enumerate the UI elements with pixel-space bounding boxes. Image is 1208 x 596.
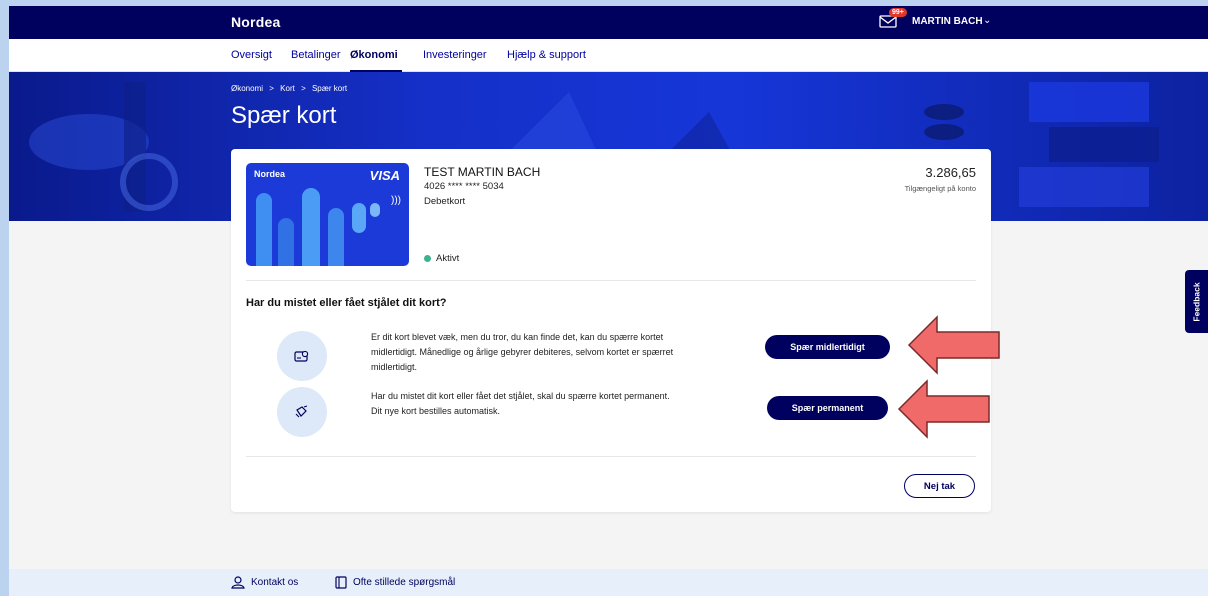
nav-item-betalinger[interactable]: Betalinger: [291, 49, 341, 61]
card-lock-icon: [294, 350, 309, 362]
nav-item-investeringer[interactable]: Investeringer: [423, 49, 487, 61]
feedback-label: Feedback: [1191, 281, 1202, 322]
breadcrumb-spaer-kort: Spær kort: [311, 84, 348, 93]
breadcrumb-separator: >: [269, 84, 274, 93]
breadcrumb-okonomi[interactable]: Økonomi: [231, 84, 263, 93]
visa-logo: VISA: [369, 168, 400, 183]
temporary-block-icon-circle: [277, 331, 327, 381]
divider: [246, 280, 976, 281]
user-menu[interactable]: MARTIN BACH: [912, 16, 983, 27]
nav-item-oversigt[interactable]: Oversigt: [231, 49, 272, 61]
breadcrumb: Økonomi > Kort > Spær kort: [231, 84, 351, 93]
card-type: Debetkort: [424, 196, 466, 207]
block-temporary-button[interactable]: Spær midlertidigt: [765, 335, 890, 359]
card-status: Aktivt: [424, 253, 459, 264]
page-title: Spær kort: [231, 102, 337, 129]
feedback-tab[interactable]: Feedback: [1185, 270, 1208, 333]
contact-link-label: Kontakt os: [251, 577, 299, 588]
breadcrumb-separator: >: [301, 84, 306, 93]
available-amount: 3.286,65: [925, 165, 976, 180]
person-icon: [231, 576, 245, 589]
faq-link[interactable]: Ofte stillede spørgsmål: [335, 576, 455, 589]
permanent-block-description: Har du mistet dit kort eller fået det st…: [371, 391, 670, 416]
breadcrumb-kort[interactable]: Kort: [280, 84, 295, 93]
mail-count-badge: 99+: [889, 8, 907, 17]
top-bar: Nordea 99+ MARTIN BACH ⌄: [9, 6, 1208, 39]
chevron-down-icon[interactable]: ⌄: [983, 15, 991, 26]
available-amount-label: Tilgængeligt på konto: [904, 184, 976, 193]
divider: [246, 456, 976, 457]
nav-item-hjaelp-support[interactable]: Hjælp & support: [507, 49, 586, 61]
block-question: Har du mistet eller fået stjålet dit kor…: [246, 297, 447, 309]
broken-card-icon: [295, 405, 308, 418]
card-status-label: Aktivt: [436, 253, 460, 264]
cancel-button[interactable]: Nej tak: [904, 474, 975, 498]
card-image: Nordea VISA ))): [246, 163, 409, 266]
block-permanent-button[interactable]: Spær permanent: [767, 396, 888, 420]
main-nav: Oversigt Betalinger Økonomi Investeringe…: [9, 39, 1208, 72]
nav-item-okonomi[interactable]: Økonomi: [350, 49, 398, 61]
block-card-panel: Nordea VISA ))) TEST MARTIN BACH 4026 **…: [231, 149, 991, 512]
card-brand-logo: Nordea: [254, 169, 286, 179]
card-holder-name: TEST MARTIN BACH: [424, 165, 541, 179]
nordea-logo[interactable]: Nordea: [231, 14, 280, 30]
temporary-block-description: Er dit kort blevet væk, men du tror, du …: [371, 332, 674, 372]
card-number: 4026 **** **** 5034: [424, 181, 504, 192]
contactless-icon: ))): [391, 195, 401, 206]
permanent-block-icon-circle: [277, 387, 327, 437]
footer: Kontakt os Ofte stillede spørgsmål: [9, 569, 1208, 596]
faq-link-label: Ofte stillede spørgsmål: [353, 577, 456, 588]
annotation-arrow-left: [907, 315, 1000, 375]
book-icon: [335, 576, 347, 589]
contact-link[interactable]: Kontakt os: [231, 576, 298, 589]
app-frame: Nordea 99+ MARTIN BACH ⌄ Oversigt Betali…: [9, 6, 1208, 596]
status-dot-icon: [424, 255, 431, 262]
annotation-arrow-left: [897, 379, 990, 439]
